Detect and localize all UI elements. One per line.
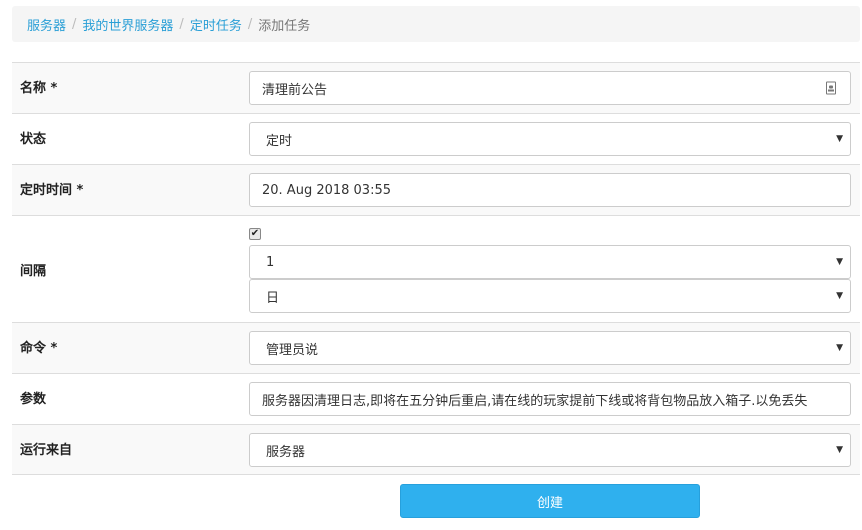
contact-card-icon[interactable] <box>826 81 836 95</box>
row-interval: 间隔 ✔ 1 ▼ 日 ▼ <box>12 215 860 322</box>
interval-enabled-checkbox[interactable]: ✔ <box>249 228 261 240</box>
params-label: 参数 <box>20 392 47 407</box>
name-input-value: 清理前公告 <box>262 82 328 98</box>
task-form: 名称 * 清理前公告 状态 定时 ▼ 定时时间 * 20. Aug 2018 0… <box>12 62 860 475</box>
row-params: 参数 服务器因清理日志,即将在五分钟后重启,请在线的玩家提前下线或将背包物品放入… <box>12 373 860 424</box>
command-select[interactable]: 管理员说 ▼ <box>249 331 851 365</box>
interval-amount-value: 1 <box>266 254 275 270</box>
breadcrumb-minecraft-server-link[interactable]: 我的世界服务器 <box>82 15 173 34</box>
breadcrumb-separator: / <box>179 16 184 32</box>
schedule-time-input[interactable]: 20. Aug 2018 03:55 <box>249 173 851 207</box>
breadcrumb-separator: / <box>247 16 253 32</box>
row-command: 命令 * 管理员说 ▼ <box>12 322 860 373</box>
command-select-value: 管理员说 <box>266 342 319 358</box>
schedule-time-value: 20. Aug 2018 03:55 <box>262 182 392 198</box>
params-input-value: 服务器因清理日志,即将在五分钟后重启,请在线的玩家提前下线或将背包物品放入箱子.… <box>262 393 808 409</box>
name-label: 名称 * <box>20 81 58 96</box>
row-schedule-time: 定时时间 * 20. Aug 2018 03:55 <box>12 164 860 215</box>
status-select-value: 定时 <box>266 133 293 149</box>
command-label: 命令 * <box>20 341 58 356</box>
row-name: 名称 * 清理前公告 <box>12 62 860 113</box>
interval-unit-select[interactable]: 日 ▼ <box>249 279 851 313</box>
breadcrumb-servers-link[interactable]: 服务器 <box>27 15 66 34</box>
chevron-down-icon: ▼ <box>836 257 843 267</box>
params-input[interactable]: 服务器因清理日志,即将在五分钟后重启,请在线的玩家提前下线或将背包物品放入箱子.… <box>249 382 851 416</box>
run-from-label: 运行来自 <box>20 443 73 458</box>
create-button[interactable]: 创建 <box>400 484 700 518</box>
status-select[interactable]: 定时 ▼ <box>249 122 851 156</box>
row-run-from: 运行来自 服务器 ▼ <box>12 424 860 475</box>
interval-unit-value: 日 <box>266 290 280 306</box>
name-input[interactable]: 清理前公告 <box>249 71 851 105</box>
chevron-down-icon: ▼ <box>836 134 843 144</box>
schedule-time-label: 定时时间 * <box>20 183 84 198</box>
row-status: 状态 定时 ▼ <box>12 113 860 164</box>
chevron-down-icon: ▼ <box>836 291 843 301</box>
status-label: 状态 <box>20 132 47 147</box>
chevron-down-icon: ▼ <box>836 445 843 455</box>
run-from-select[interactable]: 服务器 ▼ <box>249 433 851 467</box>
breadcrumb-current: 添加任务 <box>258 18 311 34</box>
interval-label: 间隔 <box>20 263 47 279</box>
breadcrumb: 服务器 / 我的世界服务器 / 定时任务 / 添加任务 <box>12 6 860 42</box>
interval-amount-select[interactable]: 1 ▼ <box>249 245 851 279</box>
chevron-down-icon: ▼ <box>836 343 843 353</box>
breadcrumb-separator: / <box>72 16 77 32</box>
breadcrumb-scheduled-tasks-link[interactable]: 定时任务 <box>190 15 242 34</box>
run-from-select-value: 服务器 <box>266 444 306 460</box>
